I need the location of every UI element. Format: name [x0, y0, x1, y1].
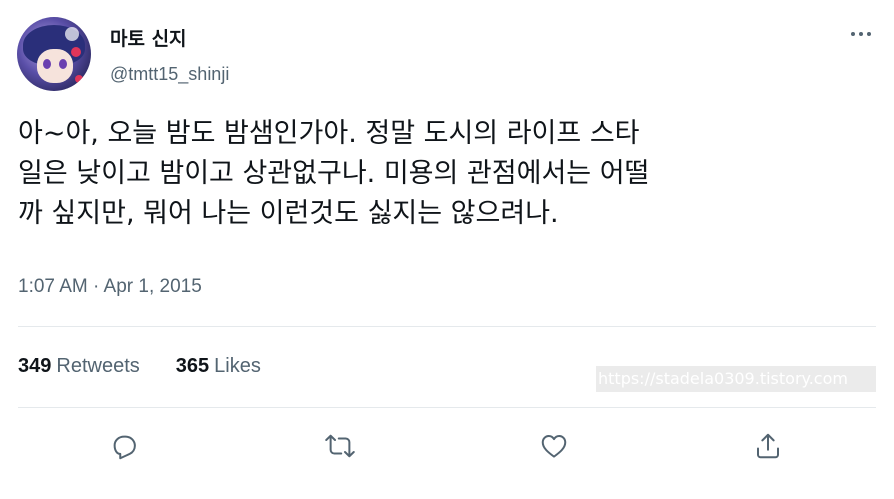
like-button[interactable]	[534, 426, 574, 466]
heart-icon	[541, 435, 567, 458]
share-button[interactable]	[748, 426, 788, 466]
avatar[interactable]	[17, 17, 91, 91]
avatar-accent	[75, 75, 83, 83]
dot	[867, 32, 871, 36]
retweet-button[interactable]	[320, 426, 360, 466]
share-icon	[757, 433, 779, 459]
retweets-stat[interactable]: 349 Retweets	[18, 355, 140, 378]
retweets-count: 349	[18, 355, 52, 377]
avatar-highlight	[65, 27, 79, 41]
watermark: https://stadela0309.tistory.com	[596, 366, 876, 392]
divider	[18, 326, 876, 327]
reply-icon	[113, 435, 136, 460]
author-handle[interactable]: @tmtt15_shinji	[110, 64, 229, 85]
more-horizontal-icon[interactable]	[848, 30, 874, 38]
avatar-eye	[43, 59, 51, 69]
dot	[859, 32, 863, 36]
avatar-accent	[71, 47, 81, 57]
action-bar	[0, 426, 894, 466]
retweet-icon	[325, 434, 355, 458]
tweet-text: 아~아, 오늘 밤도 밤샘인가아. 정말 도시의 라이프 스타 일은 낮이고 밤…	[18, 118, 650, 229]
reply-button[interactable]	[104, 426, 144, 466]
likes-stat[interactable]: 365 Likes	[176, 355, 261, 378]
avatar-eye	[59, 59, 67, 69]
author-display-name[interactable]: 마토 신지	[110, 24, 187, 51]
divider	[18, 407, 876, 408]
engagement-stats: 349 Retweets 365 Likes	[18, 355, 261, 378]
tweet-timestamp[interactable]: 1:07 AM · Apr 1, 2015	[18, 276, 202, 298]
dot	[851, 32, 855, 36]
likes-count: 365	[175, 355, 210, 377]
retweets-label: Retweets	[56, 355, 140, 377]
likes-label: Likes	[214, 355, 261, 377]
